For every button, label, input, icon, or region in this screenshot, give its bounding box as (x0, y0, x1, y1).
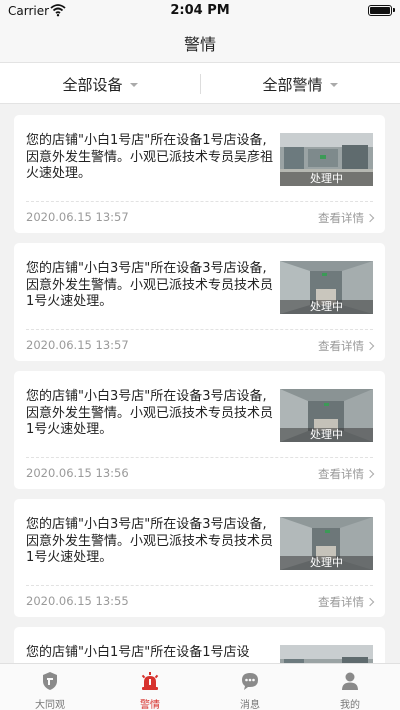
alarm-filter-dropdown[interactable]: 全部警情 (200, 63, 400, 105)
alarm-card[interactable]: 您的店铺"小白3号店"所在设备3号店设备,因意外发生警情。小观已派技术专员技术员… (14, 243, 385, 361)
alarm-card[interactable]: 您的店铺"小白3号店"所在设备3号店设备,因意外发生警情。小观已派技术专员技术员… (14, 371, 385, 489)
processing-badge: 处理中 (280, 556, 373, 570)
shield-icon (43, 672, 57, 690)
page-title: 警情 (183, 35, 216, 54)
processing-badge: 处理中 (280, 300, 373, 314)
caret-down-icon (129, 83, 138, 87)
navigation-bar: 警情 (0, 22, 400, 62)
device-filter-label: 全部设备 (62, 75, 123, 94)
alarm-card[interactable]: 您的店铺"小白3号店"所在设备3号店设备,因意外发生警情。小观已派技术专员技术员… (14, 499, 385, 617)
alarm-message: 您的店铺"小白1号店"所在设备1号店设 (26, 645, 250, 660)
card-divider (26, 585, 373, 586)
alarm-message: 您的店铺"小白3号店"所在设备3号店设备,因意外发生警情。小观已派技术专员技术员… (26, 389, 274, 437)
caret-down-icon (329, 83, 338, 87)
tab-profile[interactable]: 我的 (300, 664, 400, 710)
camera-snapshot[interactable] (280, 645, 373, 663)
app-root: Carrier 2:04 PM 警情 全部设备 全部警情 您的店铺"小白1号店"… (0, 0, 400, 710)
alarm-timestamp: 2020.06.15 13:55 (26, 594, 129, 608)
alarm-timestamp: 2020.06.15 13:57 (26, 338, 129, 352)
tab-messages-label: 消息 (240, 700, 260, 710)
status-bar: Carrier 2:04 PM (0, 0, 400, 22)
card-divider (26, 329, 373, 330)
tab-overview[interactable]: 大同观 (0, 664, 100, 710)
view-details-label: 查看详情 (318, 467, 364, 481)
alarm-timestamp: 2020.06.15 13:56 (26, 466, 129, 480)
view-details-label: 查看详情 (318, 595, 364, 609)
alarm-message: 您的店铺"小白3号店"所在设备3号店设备,因意外发生警情。小观已派技术专员技术员… (26, 261, 274, 309)
camera-snapshot-image (280, 645, 373, 663)
tab-alarms[interactable]: 警情 (100, 664, 200, 710)
clock: 2:04 PM (170, 3, 230, 18)
chevron-right-icon (365, 341, 375, 351)
camera-snapshot[interactable]: 处理中 (280, 389, 373, 442)
tab-messages[interactable]: 消息 (200, 664, 300, 710)
alarm-timestamp: 2020.06.15 13:57 (26, 210, 129, 224)
camera-snapshot[interactable]: 处理中 (280, 133, 373, 186)
view-details-link[interactable]: 查看详情 (318, 594, 375, 610)
alarm-message: 您的店铺"小白1号店"所在设备1号店设备,因意外发生警情。小观已派技术专员吴彦祖… (26, 133, 274, 181)
filter-bar: 全部设备 全部警情 (0, 62, 400, 104)
view-details-label: 查看详情 (318, 211, 364, 225)
alarm-filter-label: 全部警情 (262, 75, 323, 94)
device-filter-dropdown[interactable]: 全部设备 (0, 63, 200, 105)
alarm-light-icon (141, 672, 159, 690)
alarm-card[interactable]: 您的店铺"小白1号店"所在设备1号店设 (14, 627, 385, 663)
chevron-right-icon (365, 597, 375, 607)
card-divider (26, 457, 373, 458)
card-divider (26, 201, 373, 202)
battery-icon (368, 5, 395, 16)
view-details-link[interactable]: 查看详情 (318, 210, 375, 226)
chat-bubble-icon (242, 673, 258, 690)
alarm-card[interactable]: 您的店铺"小白1号店"所在设备1号店设备,因意外发生警情。小观已派技术专员吴彦祖… (14, 115, 385, 233)
processing-badge: 处理中 (280, 172, 373, 186)
tab-alarms-label: 警情 (140, 700, 160, 710)
alarm-list[interactable]: 您的店铺"小白1号店"所在设备1号店设备,因意外发生警情。小观已派技术专员吴彦祖… (0, 104, 400, 663)
tab-overview-label: 大同观 (35, 700, 65, 710)
view-details-link[interactable]: 查看详情 (318, 466, 375, 482)
alarm-message: 您的店铺"小白3号店"所在设备3号店设备,因意外发生警情。小观已派技术专员技术员… (26, 517, 274, 565)
tab-profile-label: 我的 (340, 700, 360, 710)
camera-snapshot[interactable]: 处理中 (280, 517, 373, 570)
tab-bar: 大同观 警情 消息 我的 (0, 663, 400, 710)
view-details-link[interactable]: 查看详情 (318, 338, 375, 354)
chevron-right-icon (365, 469, 375, 479)
chevron-right-icon (365, 213, 375, 223)
view-details-label: 查看详情 (318, 339, 364, 353)
camera-snapshot[interactable]: 处理中 (280, 261, 373, 314)
processing-badge: 处理中 (280, 428, 373, 442)
person-icon (342, 672, 358, 690)
